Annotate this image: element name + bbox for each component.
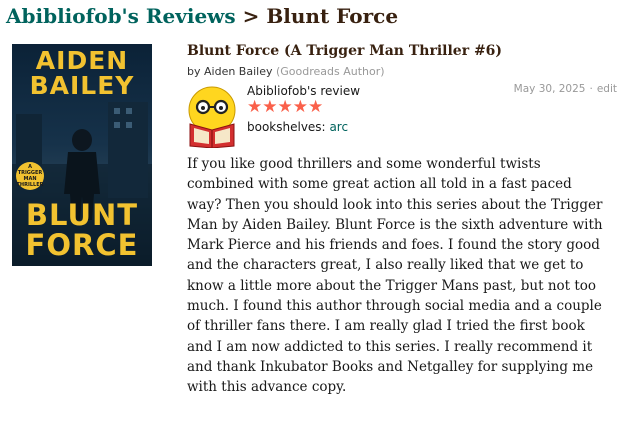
breadcrumb-book-title: Blunt Force [266, 4, 399, 28]
author-link[interactable]: Aiden Bailey [204, 65, 272, 78]
breadcrumb-separator: > [242, 4, 260, 28]
cover-series-badge: A TRIGGER MAN THRILLER [16, 162, 44, 190]
review-line: with this advance copy. [187, 379, 347, 396]
review-line: much. I found this author through social… [187, 298, 602, 315]
rating-stars: ★★★★★ [247, 97, 324, 117]
review-text: If you like good thrillers and some wond… [187, 154, 619, 398]
page-header: Abibliofob's Reviews > Blunt Force [6, 1, 398, 31]
review-line: know a little more about the Trigger Man… [187, 277, 597, 294]
shelf-link-arc[interactable]: arc [329, 120, 348, 134]
book-cover[interactable]: AIDEN BAILEY A TRIGGER MAN THRILLER BLUN… [12, 44, 152, 266]
byline: by Aiden Bailey (Goodreads Author) [187, 65, 385, 78]
goodreads-author-tag: (Goodreads Author) [275, 65, 385, 78]
review-date: May 30, 2025 [513, 83, 586, 95]
bookshelves-label: bookshelves: [247, 120, 326, 134]
edit-link[interactable]: edit [597, 83, 617, 95]
review-line: Man by Aiden Bailey. Blunt Force is the … [187, 216, 603, 233]
cover-title: BLUNT FORCE [25, 198, 139, 262]
review-line: and thank Inkubator Books and Netgalley … [187, 358, 594, 375]
review-line: and the characters great, I also really … [187, 257, 584, 274]
review-line: and I am now addicted to this series. I … [187, 338, 593, 355]
review-line: Mark Pierce and his friends and foes. I … [187, 237, 600, 254]
reviews-owner-link[interactable]: Abibliofob's Reviews [6, 4, 236, 28]
review-line: of thriller fans there. I am really glad… [187, 318, 585, 335]
review-line: combined with some great action all told… [187, 176, 572, 193]
review-line: way? Then you should look into this seri… [187, 196, 603, 213]
meta-dot: · [589, 83, 593, 95]
cover-author: AIDEN BAILEY [29, 46, 135, 100]
byline-prefix: by [187, 65, 201, 78]
smiley-reading-book-icon[interactable] [186, 84, 238, 148]
review-line: If you like good thrillers and some wond… [187, 156, 541, 172]
book-title-link[interactable]: Blunt Force (A Trigger Man Thriller #6) [187, 43, 502, 59]
reviewer-name[interactable]: Abibliofob's review [247, 84, 360, 98]
bookshelves: bookshelves: arc [247, 120, 348, 134]
review-meta: May 30, 2025 · edit [514, 83, 617, 95]
